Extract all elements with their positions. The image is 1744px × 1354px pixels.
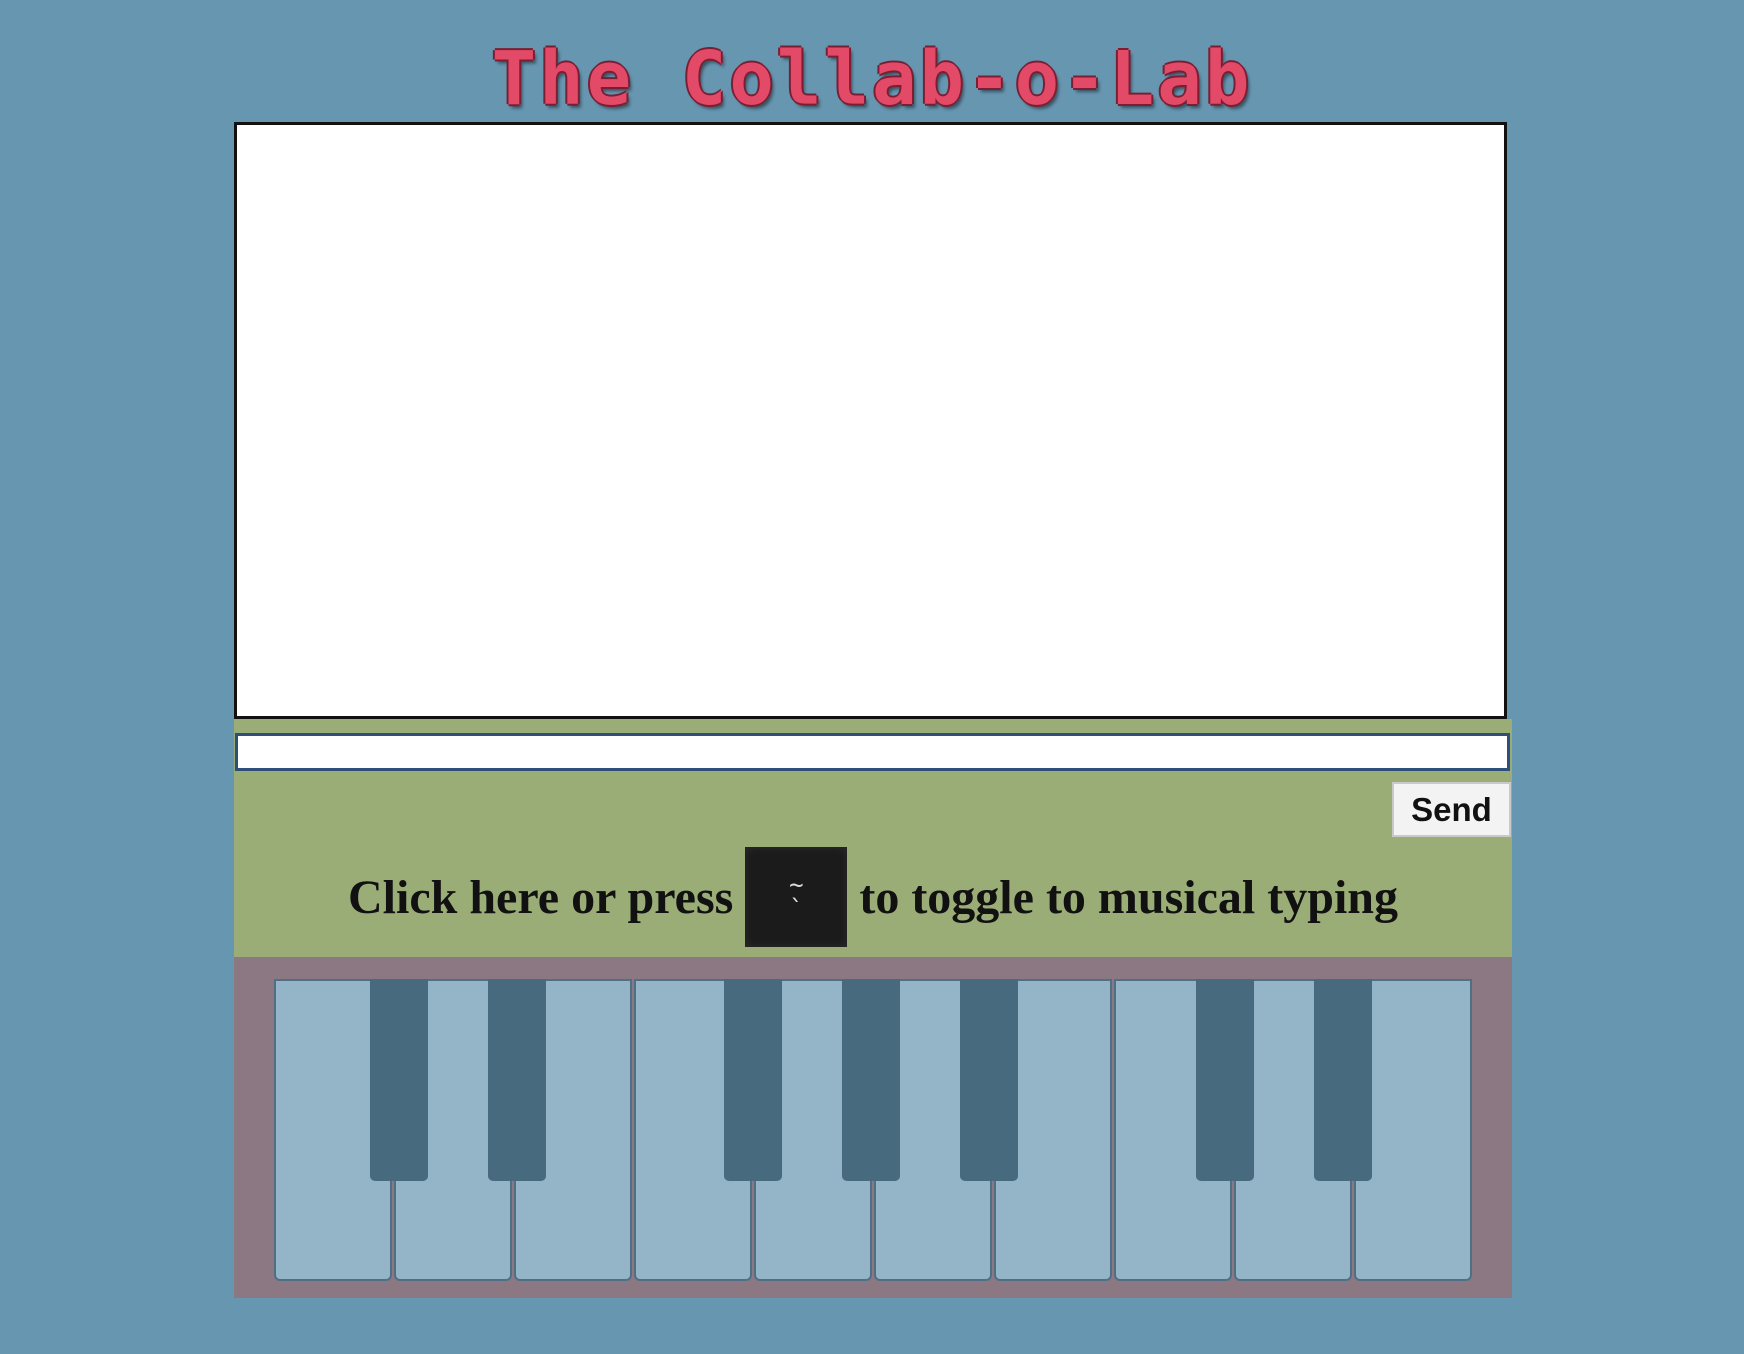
piano-black-key[interactable]: [724, 979, 782, 1181]
piano-black-key[interactable]: [960, 979, 1018, 1181]
musical-typing-toggle[interactable]: Click here or press ~ ` to toggle to mus…: [234, 847, 1512, 947]
page-title: The Collab-o-Lab: [491, 36, 1253, 122]
chat-input[interactable]: [235, 733, 1510, 771]
toggle-text-after: to toggle to musical typing: [859, 870, 1398, 924]
piano-black-key[interactable]: [842, 979, 900, 1181]
backtick-key-icon: ~ `: [745, 847, 848, 947]
key-bottom-symbol: `: [789, 895, 804, 923]
piano-black-key[interactable]: [1314, 979, 1372, 1181]
piano-black-key[interactable]: [1196, 979, 1254, 1181]
app-root: The Collab-o-Lab Send Click here or pres…: [0, 0, 1744, 1354]
piano-black-key[interactable]: [370, 979, 428, 1181]
send-button[interactable]: Send: [1392, 782, 1511, 837]
piano-keyboard: [274, 979, 1474, 1281]
chat-log[interactable]: [234, 122, 1507, 719]
toggle-text-before: Click here or press: [348, 870, 734, 924]
piano-black-key[interactable]: [488, 979, 546, 1181]
key-top-symbol: ~: [789, 871, 804, 899]
